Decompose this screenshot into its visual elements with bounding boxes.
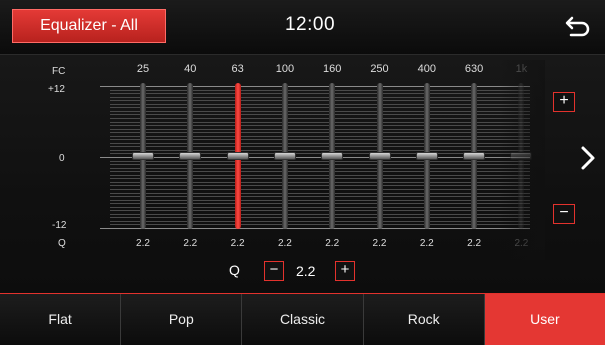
slider-knob[interactable] [132, 152, 154, 160]
q-increase-button[interactable]: + [335, 261, 355, 281]
band-q-value: 2.2 [325, 238, 340, 249]
slider-knob[interactable] [179, 152, 202, 160]
band-frequency-label: 400 [417, 63, 436, 75]
preset-tab-user[interactable]: User [484, 294, 605, 345]
slider-knob[interactable] [273, 152, 296, 160]
slider-knob[interactable] [321, 152, 344, 160]
band-q-value: 2.2 [467, 238, 482, 249]
band-slider-63[interactable]: 63 2.2 [223, 63, 253, 253]
back-icon[interactable] [565, 15, 591, 39]
band-slider-400[interactable]: 400 2.2 [412, 63, 442, 253]
band-q-value: 2.2 [419, 238, 434, 249]
gain-decrease-button[interactable]: − [553, 204, 575, 224]
band-slider-250[interactable]: 250 2.2 [365, 63, 395, 253]
slider-knob[interactable] [226, 152, 249, 160]
q-value: 2.2 [296, 263, 316, 279]
slider-knob[interactable] [510, 152, 533, 160]
clock: 12:00 [284, 14, 336, 35]
preset-tab-classic[interactable]: Classic [242, 294, 364, 345]
preset-tab-bar: Flat Pop Classic Rock User [0, 293, 605, 345]
band-frequency-label: 1k [515, 63, 528, 75]
slider-knob[interactable] [368, 152, 391, 160]
band-frequency-label: 630 [464, 63, 484, 75]
band-q-value: 2.2 [372, 238, 387, 249]
band-frequency-label: 100 [275, 63, 295, 75]
scale-zero-label: 0 [59, 153, 65, 164]
band-slider-160[interactable]: 160 2.2 [317, 63, 347, 253]
preset-tab-flat[interactable]: Flat [0, 294, 122, 345]
slider-knob[interactable] [415, 152, 438, 160]
band-slider-630[interactable]: 630 2.2 [459, 63, 489, 253]
chevron-right-icon[interactable] [579, 144, 597, 172]
q-control-label: Q [229, 262, 240, 278]
band-frequency-label: 160 [323, 63, 342, 75]
band-slider-40[interactable]: 40 2.2 [175, 63, 205, 253]
band-q-value: 2.2 [136, 238, 150, 249]
gain-increase-button[interactable]: + [553, 92, 575, 112]
fc-label: FC [52, 66, 66, 77]
band-slider-25[interactable]: 25 2.2 [128, 63, 158, 253]
band-slider-1k[interactable]: 1k 2.2 [506, 63, 536, 253]
header-bar: Equalizer - All 12:00 [0, 0, 605, 55]
equalizer-mode-button[interactable]: Equalizer - All [12, 9, 166, 43]
band-q-value: 2.2 [230, 238, 245, 249]
band-frequency-label: 40 [184, 63, 197, 75]
scale-min-label: -12 [52, 220, 67, 231]
band-frequency-label: 250 [370, 63, 389, 75]
band-q-value: 2.2 [277, 238, 292, 249]
scale-max-label: +12 [48, 84, 65, 95]
band-q-value: 2.2 [183, 238, 198, 249]
band-frequency-label: 25 [136, 63, 150, 75]
q-decrease-button[interactable]: − [264, 261, 284, 281]
band-slider-100[interactable]: 100 2.2 [270, 63, 300, 253]
preset-tab-pop[interactable]: Pop [121, 294, 243, 345]
band-frequency-label: 63 [231, 63, 244, 75]
preset-tab-rock[interactable]: Rock [364, 294, 485, 345]
q-row-heading: Q [58, 238, 66, 249]
band-q-value: 2.2 [514, 238, 529, 249]
slider-knob[interactable] [463, 152, 486, 160]
